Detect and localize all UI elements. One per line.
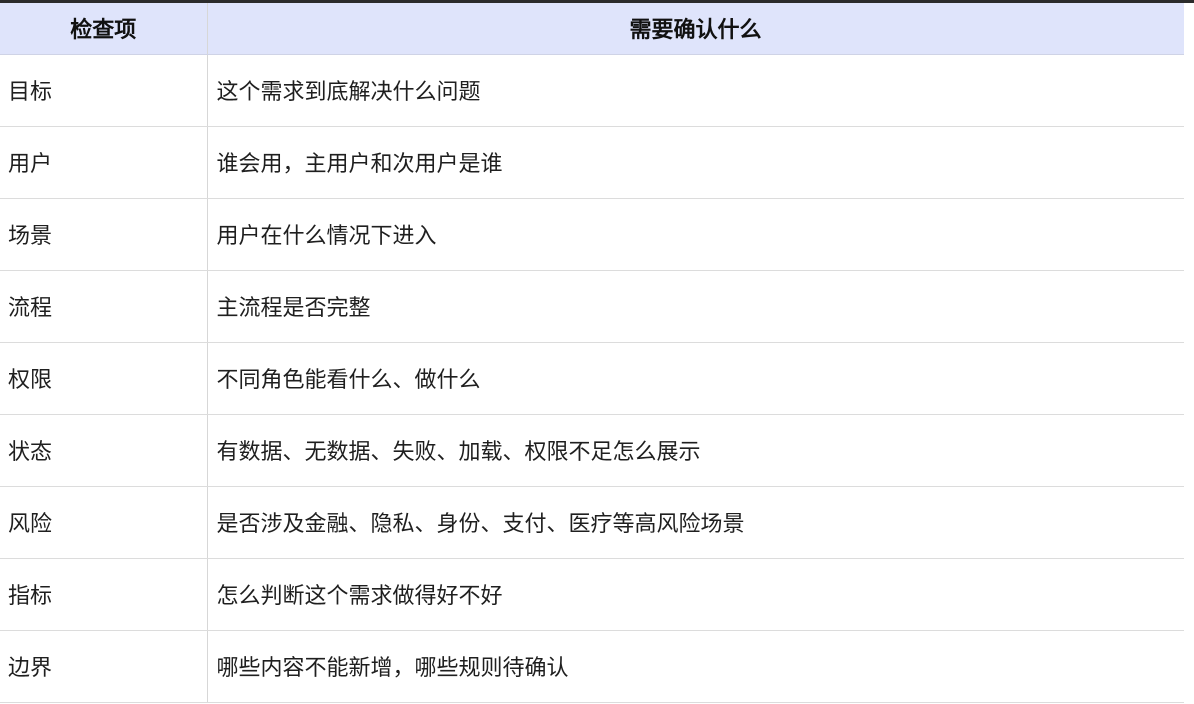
row-confirm-cell: 主流程是否完整 bbox=[207, 270, 1185, 343]
table-row: 流程 主流程是否完整 bbox=[0, 270, 1185, 343]
row-confirm-cell: 有数据、无数据、失败、加载、权限不足怎么展示 bbox=[207, 414, 1185, 487]
row-item-cell: 权限 bbox=[0, 342, 208, 415]
row-item-cell: 用户 bbox=[0, 126, 208, 199]
row-confirm-cell: 不同角色能看什么、做什么 bbox=[207, 342, 1185, 415]
checklist-table: 检查项 需要确认什么 目标 这个需求到底解决什么问题 用户 谁会用，主用户和次用… bbox=[0, 3, 1185, 703]
table-row: 用户 谁会用，主用户和次用户是谁 bbox=[0, 126, 1185, 199]
header-row: 检查项 需要确认什么 bbox=[0, 3, 1185, 55]
table-row: 状态 有数据、无数据、失败、加载、权限不足怎么展示 bbox=[0, 414, 1185, 487]
table-row: 边界 哪些内容不能新增，哪些规则待确认 bbox=[0, 630, 1185, 703]
table-row: 指标 怎么判断这个需求做得好不好 bbox=[0, 558, 1185, 631]
row-item-cell: 流程 bbox=[0, 270, 208, 343]
row-confirm-cell: 这个需求到底解决什么问题 bbox=[207, 54, 1185, 127]
row-item-cell: 指标 bbox=[0, 558, 208, 631]
row-item-cell: 状态 bbox=[0, 414, 208, 487]
header-check-item: 检查项 bbox=[0, 3, 208, 55]
row-confirm-cell: 是否涉及金融、隐私、身份、支付、医疗等高风险场景 bbox=[207, 486, 1185, 559]
row-confirm-cell: 谁会用，主用户和次用户是谁 bbox=[207, 126, 1185, 199]
row-item-cell: 风险 bbox=[0, 486, 208, 559]
row-confirm-cell: 怎么判断这个需求做得好不好 bbox=[207, 558, 1185, 631]
row-confirm-cell: 用户在什么情况下进入 bbox=[207, 198, 1185, 271]
table-header: 检查项 需要确认什么 bbox=[0, 3, 1185, 55]
table-row: 目标 这个需求到底解决什么问题 bbox=[0, 54, 1185, 127]
right-margin bbox=[1184, 3, 1194, 704]
row-confirm-cell: 哪些内容不能新增，哪些规则待确认 bbox=[207, 630, 1185, 703]
document-frame: 检查项 需要确认什么 目标 这个需求到底解决什么问题 用户 谁会用，主用户和次用… bbox=[0, 0, 1194, 704]
table-row: 风险 是否涉及金融、隐私、身份、支付、医疗等高风险场景 bbox=[0, 486, 1185, 559]
table-row: 权限 不同角色能看什么、做什么 bbox=[0, 342, 1185, 415]
row-item-cell: 场景 bbox=[0, 198, 208, 271]
header-need-confirm: 需要确认什么 bbox=[207, 3, 1185, 55]
table-body: 目标 这个需求到底解决什么问题 用户 谁会用，主用户和次用户是谁 场景 用户在什… bbox=[0, 54, 1185, 703]
row-item-cell: 边界 bbox=[0, 630, 208, 703]
row-item-cell: 目标 bbox=[0, 54, 208, 127]
table-row: 场景 用户在什么情况下进入 bbox=[0, 198, 1185, 271]
